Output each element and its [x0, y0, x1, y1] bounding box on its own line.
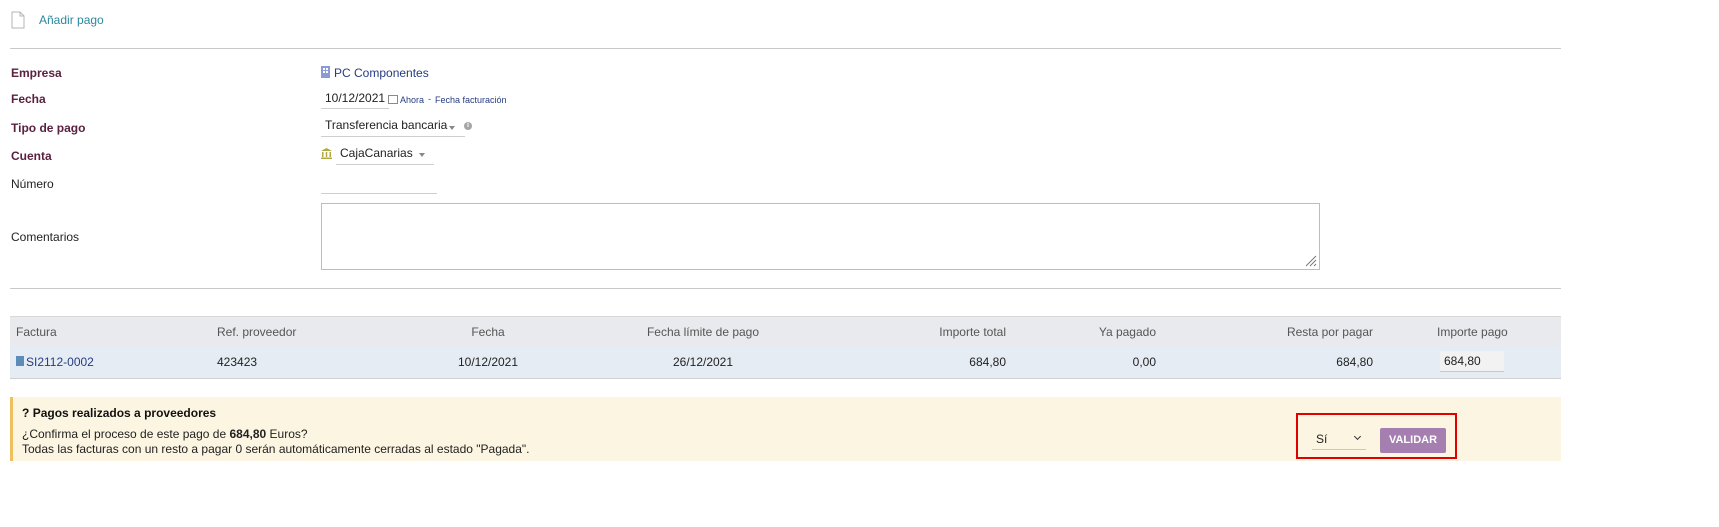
fecha-input[interactable]: 10/12/2021 — [321, 91, 389, 109]
numero-input[interactable] — [321, 176, 437, 194]
label-tipo-pago: Tipo de pago — [11, 121, 86, 135]
validate-button[interactable]: VALIDAR — [1380, 428, 1446, 453]
label-numero: Número — [11, 177, 54, 191]
cell-fecha: 10/12/2021 — [457, 355, 519, 369]
empresa-link[interactable]: PC Componentes — [334, 66, 429, 80]
cell-ya-pagado: 0,00 — [1132, 355, 1156, 369]
label-comentarios: Comentarios — [11, 230, 80, 244]
bank-icon — [321, 148, 332, 159]
col-header-importe-pago: Importe pago — [1437, 325, 1508, 339]
calendar-icon[interactable] — [388, 95, 398, 104]
label-cuenta: Cuenta — [11, 149, 52, 163]
label-empresa: Empresa — [11, 66, 62, 80]
chevron-down-icon — [419, 153, 425, 157]
divider — [10, 48, 1561, 49]
confirm-amount: 684,80 — [229, 427, 267, 441]
confirm-message-prefix: ¿Confirma el proceso de este pago de — [22, 427, 227, 441]
invoice-date-link[interactable]: Fecha facturación — [435, 95, 507, 105]
confirm-title: ? Pagos realizados a proveedores — [22, 406, 216, 420]
payment-type-select[interactable]: Transferencia bancaria — [321, 118, 465, 137]
col-header-resta-por-pagar: Resta por pagar — [1286, 325, 1373, 339]
date-link-separator: - — [428, 94, 431, 104]
col-header-importe-total: Importe total — [939, 325, 1006, 339]
col-header-ref-proveedor: Ref. proveedor — [217, 325, 297, 339]
info-icon: i — [464, 122, 472, 130]
cell-importe-total: 684,80 — [969, 355, 1006, 369]
label-fecha: Fecha — [11, 92, 46, 106]
now-link[interactable]: Ahora — [400, 95, 424, 105]
col-header-fecha: Fecha — [471, 325, 505, 339]
question-icon: ? — [22, 406, 30, 420]
document-icon — [11, 11, 25, 29]
confirm-message-suffix: Euros? — [269, 427, 308, 441]
confirm-message: ¿Confirma el proceso de este pago de 684… — [22, 427, 308, 441]
add-payment-title-link[interactable]: Añadir pago — [39, 13, 104, 27]
account-value: CajaCanarias — [340, 146, 413, 160]
confirm-note: Todas las facturas con un resto a pagar … — [22, 442, 530, 456]
cell-ref-proveedor: 423423 — [217, 355, 258, 369]
invoice-link[interactable]: SI2112-0002 — [26, 355, 94, 369]
payment-type-value: Transferencia bancaria — [325, 118, 448, 132]
col-header-ya-pagado: Ya pagado — [1098, 325, 1156, 339]
divider — [10, 288, 1561, 289]
confirm-title-text: Pagos realizados a proveedores — [32, 406, 217, 420]
confirm-select-value: Sí — [1316, 432, 1328, 446]
cell-fecha-limite: 26/12/2021 — [672, 355, 734, 369]
chevron-down-icon — [449, 126, 455, 130]
invoice-icon — [16, 356, 24, 366]
resize-handle-icon[interactable] — [1305, 255, 1317, 267]
building-icon — [321, 66, 330, 78]
col-header-factura: Factura — [16, 325, 57, 339]
importe-pago-input[interactable]: 684,80 — [1440, 351, 1504, 372]
cell-resta-por-pagar: 684,80 — [1336, 355, 1373, 369]
comentarios-textarea[interactable] — [321, 203, 1320, 270]
col-header-fecha-limite: Fecha límite de pago — [646, 325, 760, 339]
